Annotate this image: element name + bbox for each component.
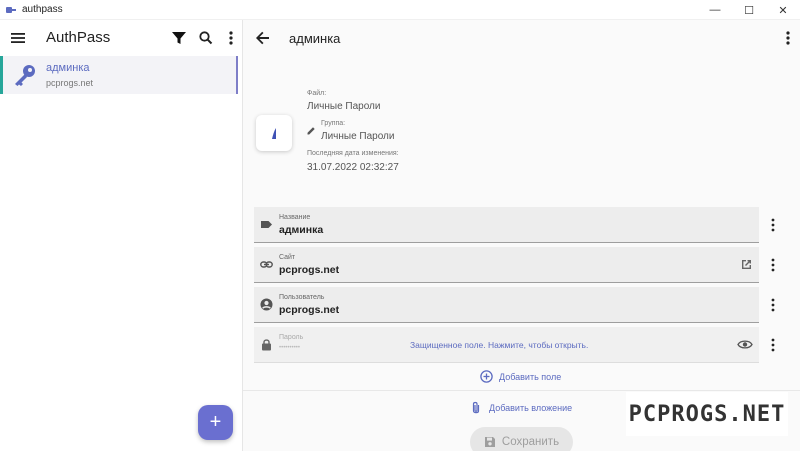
menu-button[interactable] <box>10 30 26 46</box>
username-field-more-icon[interactable] <box>770 298 776 312</box>
back-button[interactable] <box>255 30 271 46</box>
arrow-back-icon <box>256 31 269 45</box>
right-appbar: админка <box>243 20 800 56</box>
add-field-label: Добавить поле <box>499 371 562 382</box>
field-label: Пароль <box>279 334 304 341</box>
more-vert-icon <box>229 31 233 45</box>
window-controls: — ☐ ✕ <box>698 0 800 20</box>
title-field-more-icon[interactable] <box>770 218 776 232</box>
link-icon <box>260 261 273 268</box>
open-external-icon[interactable] <box>740 258 753 271</box>
eye-icon[interactable] <box>737 338 753 351</box>
entry-list-item[interactable]: админка pcprogs.net <box>0 56 238 94</box>
field-value: pcprogs.net <box>279 304 340 316</box>
left-appbar: AuthPass <box>0 20 242 56</box>
website-field-more-icon[interactable] <box>770 258 776 272</box>
entry-title: админка <box>46 62 90 74</box>
field-label: Название <box>279 214 311 221</box>
search-icon <box>199 31 213 45</box>
watermark-logo: PCPROGS.NET <box>626 392 788 436</box>
field-value: админка <box>279 224 324 236</box>
selection-indicator <box>236 56 238 94</box>
edit-icon[interactable] <box>307 126 316 135</box>
file-value: Личные Пароли <box>307 101 381 112</box>
filter-button[interactable] <box>171 30 187 46</box>
title-field[interactable]: Название админка <box>254 207 759 243</box>
masked-value: •••••••••• <box>279 345 301 351</box>
entries-panel: AuthPass админка pcprogs.net + <box>0 20 243 451</box>
more-vert-icon <box>786 31 790 45</box>
save-button[interactable]: Сохранить <box>470 427 573 451</box>
entry-subtitle: pcprogs.net <box>46 78 94 88</box>
username-field[interactable]: Пользователь pcprogs.net <box>254 287 759 323</box>
window-titlebar: authpass — ☐ ✕ <box>0 0 800 20</box>
save-label: Сохранить <box>501 436 560 448</box>
modified-label: Последняя дата изменения: <box>307 150 399 157</box>
left-more-button[interactable] <box>224 30 238 46</box>
label-icon <box>261 221 272 228</box>
maximize-button[interactable]: ☐ <box>732 0 766 20</box>
group-value[interactable]: Личные Пароли <box>321 131 394 142</box>
field-label: Сайт <box>279 254 296 261</box>
add-attachment-button[interactable]: Добавить вложение <box>471 401 572 415</box>
search-button[interactable] <box>198 30 214 46</box>
entry-more-button[interactable] <box>781 30 795 46</box>
field-label: Пользователь <box>279 294 325 301</box>
entry-details-panel: админка Файл: Личные Пароли Группа: Личн… <box>243 20 800 451</box>
attachment-icon <box>472 401 480 414</box>
account-icon <box>260 298 273 311</box>
modified-value: 31.07.2022 02:32:27 <box>307 162 399 173</box>
add-circle-icon <box>480 370 493 383</box>
add-attachment-label: Добавить вложение <box>489 403 573 413</box>
lock-icon <box>262 339 271 351</box>
password-field[interactable]: Пароль •••••••••• Защищенное поле. Нажми… <box>254 327 759 363</box>
add-icon: + <box>209 411 222 433</box>
file-label: Файл: <box>307 90 327 97</box>
app-logo-icon <box>6 6 16 13</box>
add-entry-button[interactable]: + <box>198 405 233 440</box>
window-title: authpass <box>22 4 63 15</box>
entry-detail-title: админка <box>289 31 341 46</box>
website-field[interactable]: Сайт pcprogs.net <box>254 247 759 283</box>
add-field-button[interactable]: Добавить поле <box>480 370 561 383</box>
app-name: AuthPass <box>46 29 111 46</box>
filter-icon <box>172 32 186 44</box>
entry-glyph-icon <box>272 128 276 139</box>
key-icon <box>15 65 35 86</box>
menu-icon <box>11 33 25 43</box>
group-label: Группа: <box>321 120 346 127</box>
entry-icon-button[interactable] <box>256 115 292 151</box>
close-button[interactable]: ✕ <box>766 0 800 20</box>
save-icon <box>484 437 495 447</box>
minimize-button[interactable]: — <box>698 0 732 20</box>
protected-field-hint[interactable]: Защищенное поле. Нажмите, чтобы открыть. <box>410 340 588 350</box>
field-value: pcprogs.net <box>279 264 340 276</box>
password-field-more-icon[interactable] <box>770 338 776 352</box>
divider <box>243 390 800 391</box>
